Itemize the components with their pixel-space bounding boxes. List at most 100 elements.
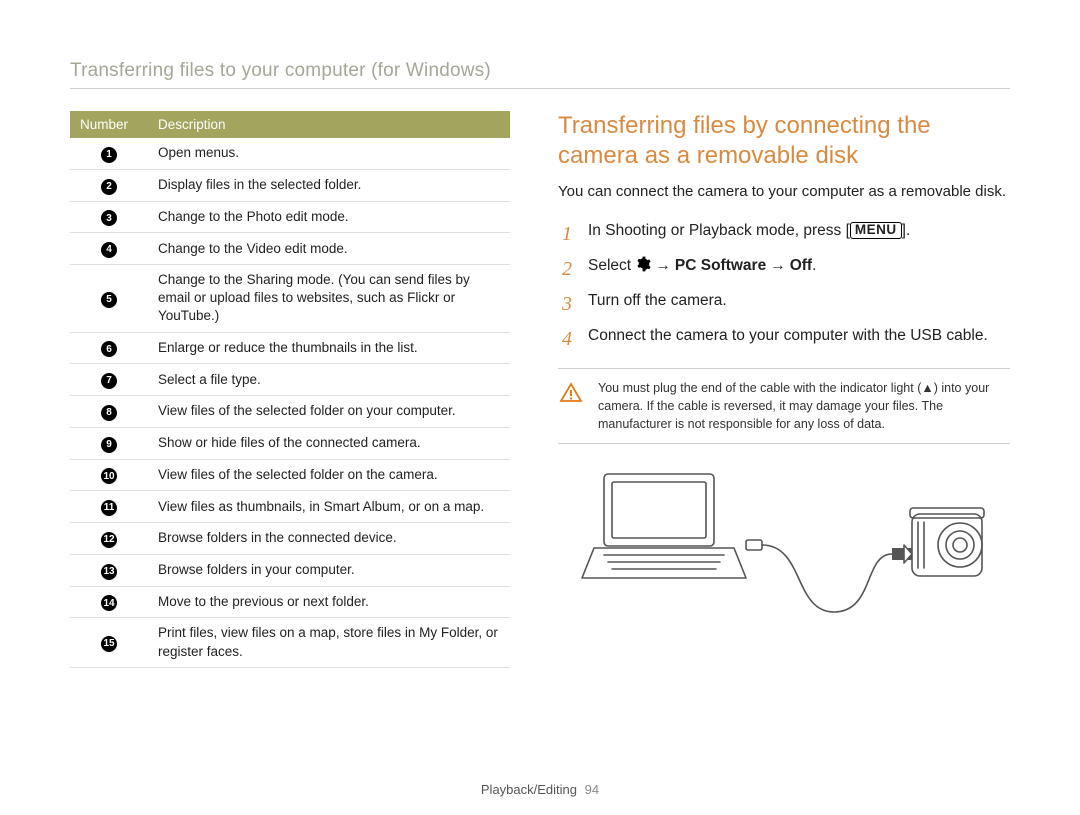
section-lead: You can connect the camera to your compu… <box>558 181 1010 202</box>
left-column: Number Description 1 Open menus. 2 Display … <box>70 111 510 668</box>
table-row: 13 Browse folders in your computer. <box>70 554 510 586</box>
table-cell-desc: Change to the Photo edit mode. <box>148 201 510 233</box>
table-cell-desc: View files of the selected folder on you… <box>148 396 510 428</box>
table-cell-number: 10 <box>70 459 148 491</box>
table-cell-number: 13 <box>70 554 148 586</box>
step-number: 2 <box>558 255 576 284</box>
step-bold-text: Off <box>790 257 812 274</box>
circled-number-icon: 12 <box>101 532 117 548</box>
step-text: Select <box>588 257 635 274</box>
table-cell-number: 11 <box>70 491 148 523</box>
circled-number-icon: 7 <box>101 373 117 389</box>
gear-icon <box>635 256 651 272</box>
number-description-table: Number Description 1 Open menus. 2 Display … <box>70 111 510 668</box>
step-number: 4 <box>558 325 576 354</box>
table-cell-number: 7 <box>70 364 148 396</box>
circled-number-icon: 6 <box>101 341 117 357</box>
table-row: 9 Show or hide files of the connected cam… <box>70 427 510 459</box>
table-cell-number: 12 <box>70 523 148 555</box>
table-cell-desc: Select a file type. <box>148 364 510 396</box>
table-cell-desc: Change to the Sharing mode. (You can sen… <box>148 265 510 333</box>
table-row: 5Change to the Sharing mode. (You can se… <box>70 265 510 333</box>
connection-illustration <box>558 462 1010 632</box>
circled-number-icon: 14 <box>101 595 117 611</box>
table-cell-number: 5 <box>70 265 148 333</box>
section-heading: Transferring files by connecting the cam… <box>558 111 1010 171</box>
table-cell-desc: Move to the previous or next folder. <box>148 586 510 618</box>
page-footer: Playback/Editing 94 <box>0 782 1080 797</box>
arrow-icon: → <box>651 257 675 274</box>
topic-title: Transferring files to your computer (for… <box>70 60 1010 84</box>
table-row: 1 Open menus. <box>70 138 510 169</box>
table-cell-number: 15 <box>70 618 148 667</box>
table-row: 10 View files of the selected folder on t… <box>70 459 510 491</box>
table-cell-number: 3 <box>70 201 148 233</box>
table-row: 11 View files as thumbnails, in Smart Alb… <box>70 491 510 523</box>
step-text: In Shooting or Playback mode, press [ <box>588 222 850 239</box>
table-cell-number: 9 <box>70 427 148 459</box>
step-item: 1 In Shooting or Playback mode, press [M… <box>558 220 1010 249</box>
right-column: Transferring files by connecting the cam… <box>558 111 1010 668</box>
table-cell-desc: Browse folders in the connected device. <box>148 523 510 555</box>
table-cell-desc: Enlarge or reduce the thumbnails in the … <box>148 332 510 364</box>
table-header-desc: Description <box>148 111 510 138</box>
table-cell-number: 14 <box>70 586 148 618</box>
step-bold-text: PC Software <box>675 257 766 274</box>
step-number: 1 <box>558 220 576 249</box>
step-body: Connect the camera to your computer with… <box>588 325 1010 354</box>
arrow-icon: → <box>766 257 790 274</box>
menu-button-label: MENU <box>850 222 902 239</box>
table-cell-desc: Print files, view files on a map, store … <box>148 618 510 667</box>
circled-number-icon: 15 <box>101 636 117 652</box>
caution-note: You must plug the end of the cable with … <box>558 368 1010 444</box>
circled-number-icon: 13 <box>101 564 117 580</box>
step-text: Connect the camera to your computer with… <box>588 327 988 344</box>
table-cell-number: 2 <box>70 169 148 201</box>
circled-number-icon: 8 <box>101 405 117 421</box>
table-row: 6 Enlarge or reduce the thumbnails in the… <box>70 332 510 364</box>
caution-text: You must plug the end of the cable with … <box>598 379 1002 433</box>
table-row: 12 Browse folders in the connected device… <box>70 523 510 555</box>
step-body: Select →PC Software→Off. <box>588 255 1010 284</box>
table-cell-number: 1 <box>70 138 148 169</box>
step-text: . <box>812 257 816 274</box>
table-cell-desc: Show or hide files of the connected came… <box>148 427 510 459</box>
step-item: 2 Select →PC Software→Off. <box>558 255 1010 284</box>
topic-rule <box>70 88 1010 89</box>
step-body: Turn off the camera. <box>588 290 1010 319</box>
caution-icon <box>558 379 584 433</box>
step-item: 3 Turn off the camera. <box>558 290 1010 319</box>
circled-number-icon: 4 <box>101 242 117 258</box>
step-number: 3 <box>558 290 576 319</box>
footer-page-number: 94 <box>585 782 599 797</box>
circled-number-icon: 1 <box>101 147 117 163</box>
circled-number-icon: 3 <box>101 210 117 226</box>
table-cell-number: 6 <box>70 332 148 364</box>
circled-number-icon: 11 <box>101 500 117 516</box>
table-row: 8 View files of the selected folder on yo… <box>70 396 510 428</box>
step-body: In Shooting or Playback mode, press [MEN… <box>588 220 1010 249</box>
two-column-layout: Number Description 1 Open menus. 2 Display … <box>70 111 1010 668</box>
table-cell-desc: Open menus. <box>148 138 510 169</box>
table-row: 3 Change to the Photo edit mode. <box>70 201 510 233</box>
table-cell-desc: View files of the selected folder on the… <box>148 459 510 491</box>
table-cell-desc: View files as thumbnails, in Smart Album… <box>148 491 510 523</box>
table-cell-desc: Browse folders in your computer. <box>148 554 510 586</box>
footer-section: Playback/Editing <box>481 782 577 797</box>
table-header-number: Number <box>70 111 148 138</box>
table-cell-number: 8 <box>70 396 148 428</box>
table-row: 7 Select a file type. <box>70 364 510 396</box>
table-row: 14 Move to the previous or next folder. <box>70 586 510 618</box>
circled-number-icon: 10 <box>101 468 117 484</box>
circled-number-icon: 9 <box>101 437 117 453</box>
table-row: 4Change to the Video edit mode. <box>70 233 510 265</box>
table-cell-desc: Display files in the selected folder. <box>148 169 510 201</box>
step-text: Turn off the camera. <box>588 292 727 309</box>
manual-page: Transferring files to your computer (for… <box>0 0 1080 815</box>
table-row: 2 Display files in the selected folder. <box>70 169 510 201</box>
steps-list: 1 In Shooting or Playback mode, press [M… <box>558 220 1010 354</box>
step-item: 4 Connect the camera to your computer wi… <box>558 325 1010 354</box>
table-cell-number: 4 <box>70 233 148 265</box>
table-row: 15 Print files, view files on a map, stor… <box>70 618 510 667</box>
circled-number-icon: 2 <box>101 179 117 195</box>
